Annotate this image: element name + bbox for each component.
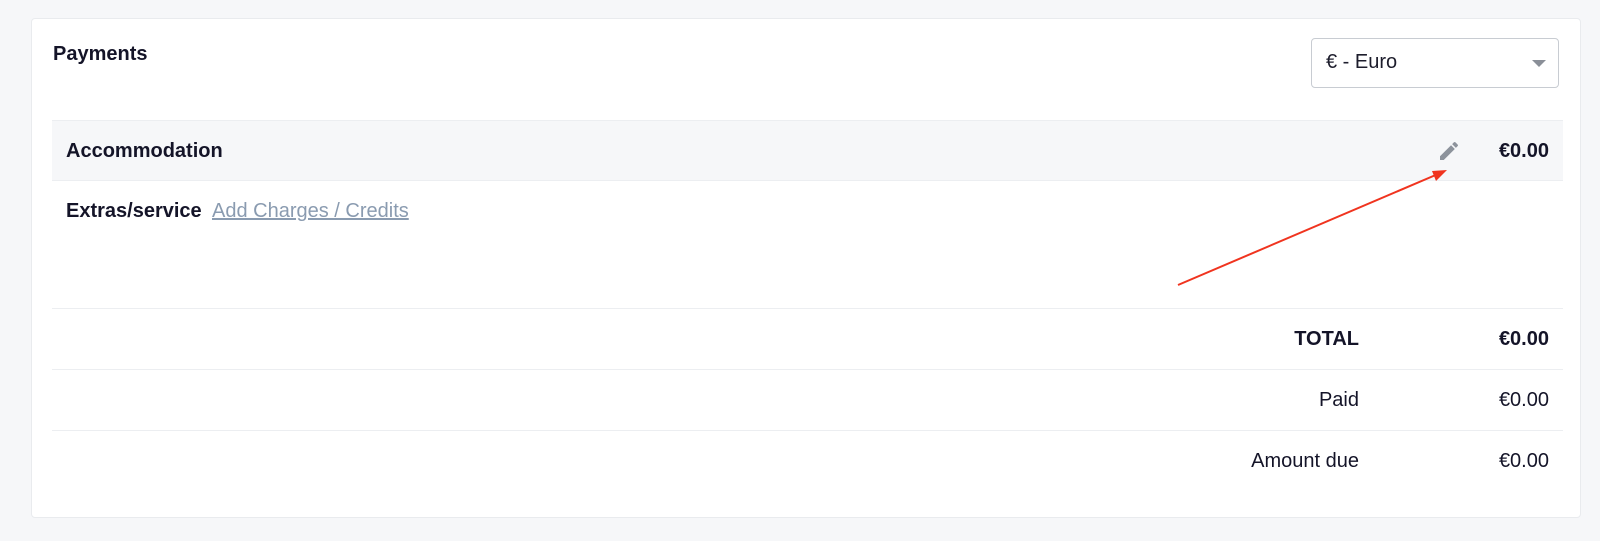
paid-label: Paid [1318,389,1359,411]
extras-row: Extras/service Add Charges / Credits [52,181,1563,309]
chevron-down-icon [1532,60,1546,67]
payments-card: Payments € - Euro Accommodation €0.00 Ex… [31,18,1581,518]
payments-title: Payments [53,43,148,65]
total-row: TOTAL €0.00 [52,309,1563,370]
accommodation-label: Accommodation [66,140,223,162]
total-amount: €0.00 [1498,328,1549,350]
amount-due-row: Amount due €0.00 [52,431,1563,492]
pencil-icon[interactable] [1437,139,1461,163]
amount-due-amount: €0.00 [1498,450,1549,472]
paid-amount: €0.00 [1498,389,1549,411]
paid-row: Paid €0.00 [52,370,1563,431]
accommodation-row: Accommodation €0.00 [52,120,1563,181]
extras-label: Extras/service [66,200,202,222]
add-charges-credits-link[interactable]: Add Charges / Credits [212,200,409,223]
total-label: TOTAL [1294,328,1359,350]
currency-select-value: € - Euro [1326,51,1398,73]
accommodation-amount: €0.00 [1498,140,1549,162]
currency-select[interactable]: € - Euro [1311,38,1559,88]
amount-due-label: Amount due [1251,450,1359,472]
